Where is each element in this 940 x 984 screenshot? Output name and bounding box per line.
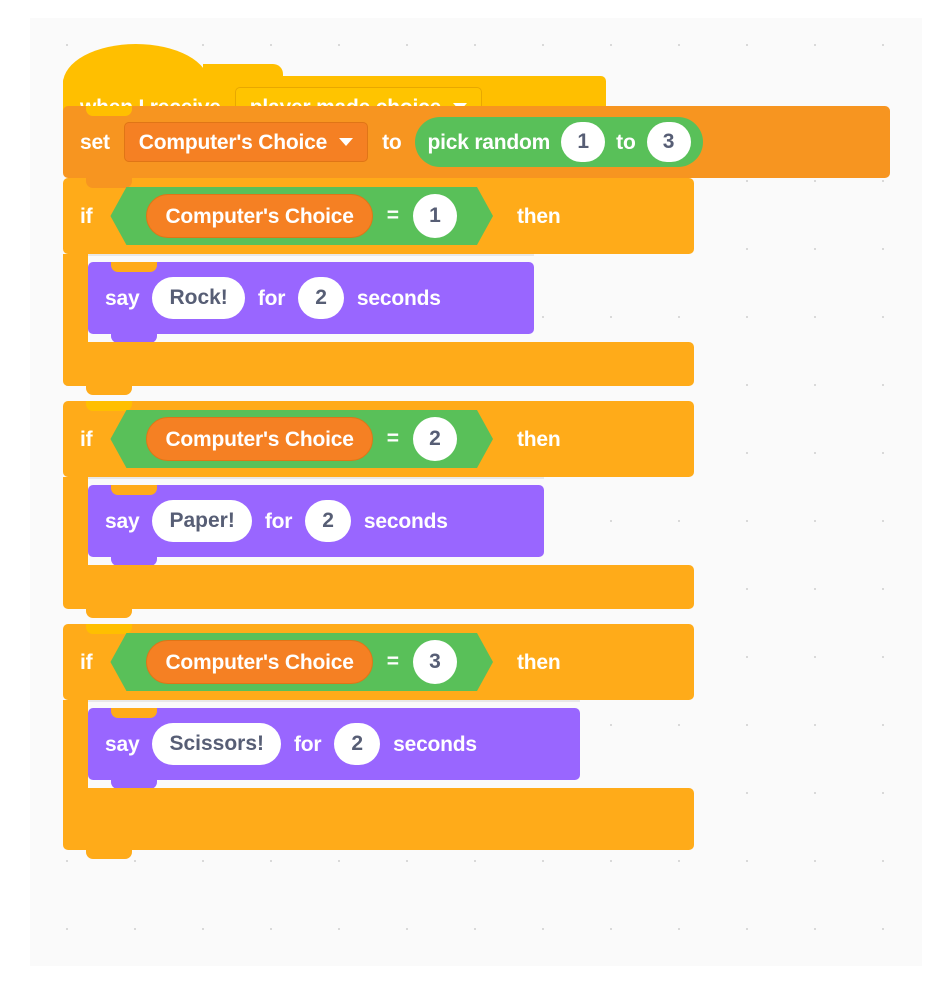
if-block-3-header[interactable]: if Computer's Choice = 3 then xyxy=(63,624,694,700)
equals-right-input[interactable]: 3 xyxy=(413,640,457,684)
if-block-1-arm xyxy=(63,254,88,342)
if-block-2-mouth: say Paper! for 2 seconds xyxy=(63,477,694,565)
say-message-input[interactable]: Paper! xyxy=(152,500,251,542)
block-notch xyxy=(111,262,157,272)
if-block-2-substack: say Paper! for 2 seconds xyxy=(88,477,544,565)
set-label: set xyxy=(80,132,110,153)
equals-operator-1[interactable]: Computer's Choice = 1 xyxy=(110,187,493,245)
if-block-3-mouth: say Scissors! for 2 seconds xyxy=(63,700,694,788)
pick-random-block[interactable]: pick random 1 to 3 xyxy=(415,117,702,167)
then-label: then xyxy=(517,206,561,227)
say-duration-input[interactable]: 2 xyxy=(305,500,351,542)
if-block-3-substack: say Scissors! for 2 seconds xyxy=(88,700,580,788)
equals-sign: = xyxy=(385,650,401,674)
pick-random-to-label: to xyxy=(616,132,635,153)
block-notch xyxy=(86,849,132,859)
variable-dropdown[interactable]: Computer's Choice xyxy=(124,122,368,162)
say-duration-input[interactable]: 2 xyxy=(298,277,344,319)
block-workspace[interactable]: when I receive player made choice set Co… xyxy=(30,18,922,966)
if-block-3-arm xyxy=(63,700,88,788)
variable-reporter-computers-choice[interactable]: Computer's Choice xyxy=(146,194,372,238)
for-label: for xyxy=(265,511,292,532)
if-block-2-arm xyxy=(63,477,88,565)
if-block-2[interactable]: if Computer's Choice = 2 then say Paper!… xyxy=(63,401,694,609)
say-label: say xyxy=(105,511,139,532)
to-label: to xyxy=(382,132,401,153)
then-label: then xyxy=(517,652,561,673)
if-block-2-header[interactable]: if Computer's Choice = 2 then xyxy=(63,401,694,477)
equals-right-input[interactable]: 1 xyxy=(413,194,457,238)
chevron-down-icon xyxy=(339,138,353,146)
pick-random-from-input[interactable]: 1 xyxy=(561,122,605,162)
block-notch xyxy=(86,385,132,395)
say-block-rock[interactable]: say Rock! for 2 seconds xyxy=(88,262,534,334)
if-label: if xyxy=(80,652,92,673)
block-notch xyxy=(111,708,157,718)
variable-reporter-computers-choice[interactable]: Computer's Choice xyxy=(146,640,372,684)
equals-right-input[interactable]: 2 xyxy=(413,417,457,461)
block-notch xyxy=(86,608,132,618)
if-block-1-substack: say Rock! for 2 seconds xyxy=(88,254,534,342)
block-notch xyxy=(86,401,132,411)
if-block-1-header[interactable]: if Computer's Choice = 1 then xyxy=(63,178,694,254)
say-block-paper[interactable]: say Paper! for 2 seconds xyxy=(88,485,544,557)
if-block-1[interactable]: if Computer's Choice = 1 then say Rock! … xyxy=(63,178,694,386)
mouth-shadow xyxy=(88,700,580,702)
mouth-shadow xyxy=(88,254,534,256)
seconds-label: seconds xyxy=(364,511,448,532)
if-block-3-footer xyxy=(63,788,694,850)
say-label: say xyxy=(105,734,139,755)
variable-dropdown-value: Computer's Choice xyxy=(139,132,327,153)
say-message-input[interactable]: Scissors! xyxy=(152,723,281,765)
variable-reporter-computers-choice[interactable]: Computer's Choice xyxy=(146,417,372,461)
for-label: for xyxy=(294,734,321,755)
block-notch xyxy=(86,624,132,634)
block-notch xyxy=(86,178,132,188)
say-duration-input[interactable]: 2 xyxy=(334,723,380,765)
seconds-label: seconds xyxy=(357,288,441,309)
equals-sign: = xyxy=(385,427,401,451)
block-notch xyxy=(111,485,157,495)
seconds-label: seconds xyxy=(393,734,477,755)
pick-random-to-input[interactable]: 3 xyxy=(647,122,691,162)
if-block-1-footer xyxy=(63,342,694,386)
mouth-shadow xyxy=(88,477,544,479)
block-notch xyxy=(86,106,132,116)
equals-operator-3[interactable]: Computer's Choice = 3 xyxy=(110,633,493,691)
say-label: say xyxy=(105,288,139,309)
if-block-2-footer xyxy=(63,565,694,609)
say-block-scissors[interactable]: say Scissors! for 2 seconds xyxy=(88,708,580,780)
set-variable-block[interactable]: set Computer's Choice to pick random 1 t… xyxy=(63,106,890,178)
if-label: if xyxy=(80,429,92,450)
if-label: if xyxy=(80,206,92,227)
if-block-1-mouth: say Rock! for 2 seconds xyxy=(63,254,694,342)
equals-sign: = xyxy=(385,204,401,228)
then-label: then xyxy=(517,429,561,450)
pick-random-label: pick random xyxy=(427,132,550,153)
if-block-3[interactable]: if Computer's Choice = 3 then say Scisso… xyxy=(63,624,694,850)
for-label: for xyxy=(258,288,285,309)
equals-operator-2[interactable]: Computer's Choice = 2 xyxy=(110,410,493,468)
say-message-input[interactable]: Rock! xyxy=(152,277,244,319)
